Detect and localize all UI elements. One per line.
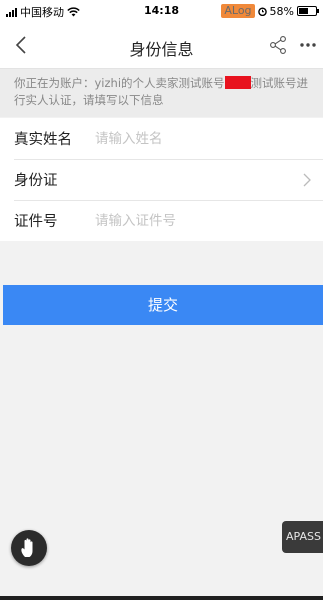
alog-badge[interactable]: ALog [221, 4, 255, 18]
hand-icon [21, 538, 33, 557]
id-type-label: 身份证 [14, 173, 58, 189]
battery-percent: 58% [269, 4, 294, 18]
more-icon[interactable] [298, 34, 318, 56]
status-right: ALog 58% [221, 4, 319, 18]
battery-icon [297, 6, 319, 16]
id-number-label: 证件号 [14, 214, 58, 230]
alarm-icon [257, 7, 267, 16]
bottom-edge [0, 596, 323, 600]
chevron-right-icon [303, 173, 311, 187]
real-name-label: 真实姓名 [14, 132, 72, 148]
redaction-block [224, 76, 251, 89]
real-name-row: 真实姓名 [0, 118, 323, 159]
id-number-row: 证件号 [0, 200, 323, 241]
account-notice: 你正在为账户：yizhi的个人卖家测试账号 测试账号进行实人认证，请填写以下信息 [0, 69, 323, 117]
nav-bar: 身份信息 [0, 22, 323, 69]
real-name-input[interactable] [95, 129, 313, 149]
status-bar: 中国移动 14:18 ALog 58% [0, 0, 323, 22]
id-number-input[interactable] [95, 211, 313, 231]
assistive-touch-button[interactable] [11, 530, 47, 566]
share-icon[interactable] [268, 34, 288, 56]
apass-widget[interactable]: APASS [282, 521, 323, 553]
notice-text-before: 你正在为账户：yizhi的个人卖家测试账号 [14, 76, 225, 90]
identity-form: 真实姓名 身份证 证件号 [0, 118, 323, 241]
submit-button[interactable]: 提交 [3, 285, 323, 325]
id-type-row[interactable]: 身份证 [0, 159, 323, 200]
